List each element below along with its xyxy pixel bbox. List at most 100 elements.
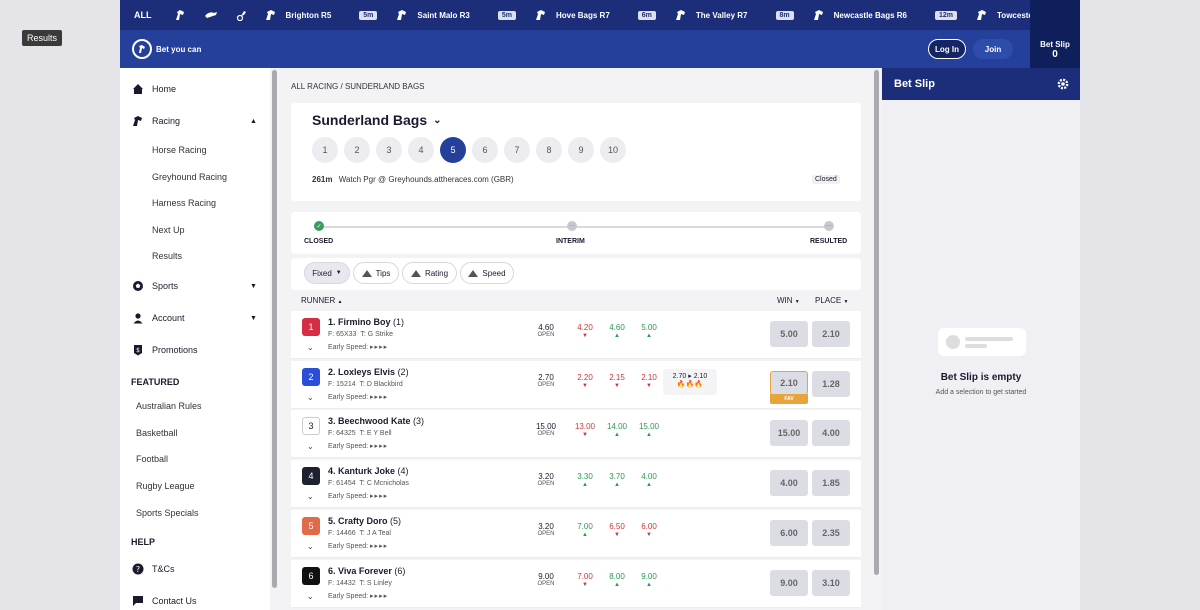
place-price-button[interactable]: 2.10: [812, 321, 850, 347]
progress-label-resulted: RESULTED: [810, 238, 848, 245]
runner-number-badge: 1: [302, 318, 320, 336]
sidebar-item-promotions[interactable]: $ Promotions: [120, 340, 270, 360]
win-price-button[interactable]: 15.00: [770, 420, 808, 447]
sidebar-item-home[interactable]: Home: [120, 79, 270, 99]
place-price-button[interactable]: 1.85: [812, 470, 850, 497]
sidebar-item-account[interactable]: Account ▼: [120, 308, 270, 328]
sidebar-subitem-next-up[interactable]: Next Up: [152, 225, 185, 235]
runner-row[interactable]: 5 ⌄ 5. Crafty Doro (5) F: 14466 T: J A Teal…: [291, 509, 861, 558]
speed-toggle[interactable]: Speed: [460, 262, 514, 284]
race-number-9[interactable]: 9: [568, 137, 594, 163]
all-races-filter[interactable]: ALL: [120, 10, 166, 20]
fluctuation: 6.50 ▼: [604, 522, 630, 539]
sidebar-item-racing[interactable]: Racing ▲: [120, 111, 270, 131]
chevron-down-icon[interactable]: ⌄: [307, 393, 314, 402]
runner-name-line[interactable]: 6. Viva Forever (6): [328, 566, 405, 576]
win-price-button[interactable]: 6.00: [770, 519, 808, 546]
fluctuation-value: 13.00: [574, 422, 596, 432]
runner-row[interactable]: 1 ⌄ 1. Firmino Boy (1) F: 65X33 T: G Strike…: [291, 311, 861, 359]
join-button[interactable]: Join: [973, 39, 1013, 59]
betslip-header-toggle[interactable]: Bet Slip 0: [1030, 0, 1080, 68]
win-price-button[interactable]: 4.00: [770, 470, 808, 497]
runner-column-header[interactable]: RUNNER ▲: [301, 296, 342, 305]
featured-item-sports-specials[interactable]: Sports Specials: [136, 508, 199, 518]
runner-row[interactable]: 3 ⌄ 3. Beechwood Kate (3) F: 64325 T: E Y B…: [291, 410, 861, 459]
race-number-5[interactable]: 5: [440, 137, 466, 163]
chevron-down-icon[interactable]: ⌄: [307, 542, 314, 551]
brand-logo[interactable]: Bet you can: [132, 39, 201, 59]
next-race-item[interactable]: Newcastle Bags R6 12m: [806, 9, 961, 21]
horse-logo-icon: [132, 39, 152, 59]
sidebar-subitem-horse-racing[interactable]: Horse Racing: [152, 145, 207, 155]
fixed-odds-dropdown[interactable]: Fixed ▼: [304, 262, 350, 284]
breadcrumb[interactable]: ALL RACING / SUNDERLAND BAGS: [291, 82, 425, 91]
horse-racing-filter-icon[interactable]: [174, 9, 186, 21]
chevron-down-icon: ⌄: [433, 114, 442, 126]
race-number-2[interactable]: 2: [344, 137, 370, 163]
sidebar-subitem-greyhound-racing[interactable]: Greyhound Racing: [152, 172, 227, 182]
fluctuation: 6.00 ▼: [636, 522, 662, 539]
sidebar-item-tcs[interactable]: ? T&Cs: [120, 559, 270, 579]
chevron-down-icon[interactable]: ⌄: [307, 492, 314, 501]
main-scrollbar[interactable]: [874, 70, 879, 575]
runner-number-badge: 2: [302, 367, 320, 386]
runner-form: F: 61454: [328, 480, 356, 488]
column-label: PLACE: [815, 296, 842, 305]
runner-row[interactable]: 6 ⌄ 6. Viva Forever (6) F: 14432 T: S Linle…: [291, 559, 861, 608]
race-number-6[interactable]: 6: [472, 137, 498, 163]
next-race-item[interactable]: Saint Malo R3 5m: [389, 9, 520, 21]
runner-name-line[interactable]: 2. Loxleys Elvis (2): [328, 367, 409, 377]
sidebar-item-label: Sports: [152, 281, 179, 291]
race-number-7[interactable]: 7: [504, 137, 530, 163]
fluctuation-value: 7.00: [577, 571, 593, 581]
meeting-selector[interactable]: Sunderland Bags ⌄: [312, 112, 442, 128]
sidebar-item-contact[interactable]: Contact Us: [120, 591, 270, 610]
featured-item-rugby-league[interactable]: Rugby League: [136, 481, 195, 491]
race-number-10[interactable]: 10: [600, 137, 626, 163]
win-price-button[interactable]: 2.10: [770, 370, 808, 395]
next-race-countdown: 5m: [359, 10, 378, 20]
open-price: 9.00 OPEN: [531, 572, 561, 587]
race-number-8[interactable]: 8: [536, 137, 562, 163]
featured-item-australian-rules[interactable]: Australian Rules: [136, 401, 202, 411]
gear-icon[interactable]: [1056, 77, 1070, 91]
runner-name-line[interactable]: 5. Crafty Doro (5): [328, 516, 401, 526]
chevron-down-icon[interactable]: ⌄: [307, 442, 314, 451]
place-price-button[interactable]: 4.00: [812, 420, 850, 447]
sidebar-subitem-harness-racing[interactable]: Harness Racing: [152, 198, 216, 208]
next-race-item[interactable]: The Valley R7 8m: [668, 9, 798, 21]
runner-row[interactable]: 4 ⌄ 4. Kanturk Joke (4) F: 61454 T: C Mcnic…: [291, 460, 861, 509]
win-price-button[interactable]: 9.00: [770, 569, 808, 596]
race-number-3[interactable]: 3: [376, 137, 402, 163]
win-column-header[interactable]: WIN ▼: [777, 296, 800, 305]
rating-toggle[interactable]: Rating: [402, 262, 457, 284]
place-price-button[interactable]: 3.10: [812, 569, 850, 596]
open-price: 3.20 OPEN: [531, 472, 561, 487]
login-button[interactable]: Log In: [928, 39, 966, 59]
sidebar-item-label: Contact Us: [152, 596, 197, 606]
harness-filter-icon[interactable]: [236, 9, 248, 21]
place-price-button[interactable]: 1.28: [812, 370, 850, 397]
win-price-button[interactable]: 5.00: [770, 321, 808, 347]
sidebar-subitem-results[interactable]: Results: [152, 251, 182, 261]
watch-info[interactable]: Watch Pgr @ Greyhounds.attheraces.com (G…: [339, 175, 514, 184]
greyhound-filter-icon[interactable]: [204, 9, 218, 21]
race-number-4[interactable]: 4: [408, 137, 434, 163]
place-column-header[interactable]: PLACE ▼: [815, 296, 848, 305]
next-race-item[interactable]: Hove Bags R7 6m: [528, 9, 660, 21]
next-race-item[interactable]: Brighton R5 5m: [258, 9, 382, 21]
sidebar-scrollbar[interactable]: [272, 70, 277, 588]
runner-name-line[interactable]: 1. Firmino Boy (1): [328, 317, 404, 327]
featured-item-football[interactable]: Football: [136, 454, 168, 464]
fluctuation-value: 3.30: [577, 472, 593, 482]
featured-item-basketball[interactable]: Basketball: [136, 428, 178, 438]
race-number-1[interactable]: 1: [312, 137, 338, 163]
sidebar-item-sports[interactable]: Sports ▼: [120, 276, 270, 296]
chevron-down-icon[interactable]: ⌄: [307, 592, 314, 601]
runner-row[interactable]: 2 ⌄ 2. Loxleys Elvis (2) F: 15214 T: D Blac…: [291, 360, 861, 409]
runner-name-line[interactable]: 4. Kanturk Joke (4): [328, 466, 409, 476]
place-price-button[interactable]: 2.35: [812, 519, 850, 546]
runner-name-line[interactable]: 3. Beechwood Kate (3): [328, 416, 424, 426]
tips-toggle[interactable]: Tips: [353, 262, 399, 284]
chevron-down-icon[interactable]: ⌄: [307, 343, 314, 352]
